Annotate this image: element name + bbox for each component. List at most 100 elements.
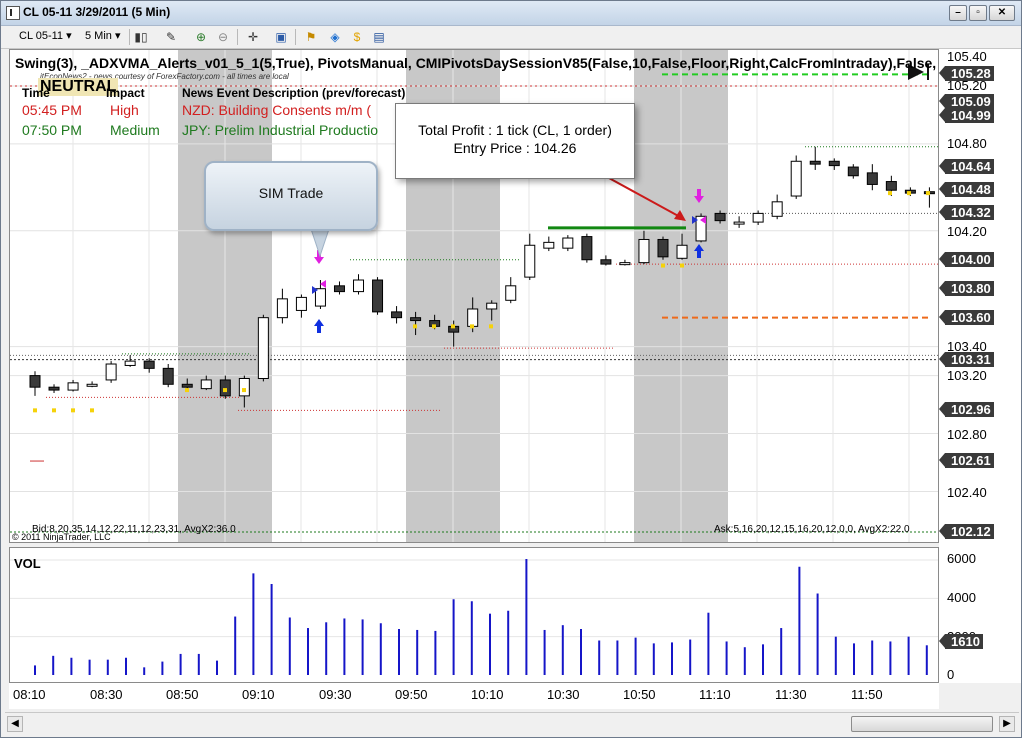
adx-dot (242, 388, 246, 393)
news-header-time: Time (22, 86, 50, 100)
minimize-button[interactable]: – (949, 5, 967, 21)
time-axis-label: 11:10 (699, 687, 731, 702)
price-tag: 104.32 (939, 205, 994, 221)
candle-body (67, 382, 79, 391)
price-tag: 102.96 (939, 402, 994, 418)
price-tag: 102.61 (939, 453, 994, 469)
adx-dot (926, 191, 930, 196)
zoom-in-icon[interactable]: ⊕ (193, 29, 209, 45)
candle-body (486, 302, 498, 310)
sim-trade-callout: SIM Trade (204, 161, 378, 231)
news-row-description: NZD: Building Consents m/m ( (182, 102, 372, 118)
time-axis-label: 08:30 (90, 687, 123, 702)
adx-dot (680, 263, 684, 268)
price-tag: 105.28 (939, 66, 994, 82)
candle-body (372, 279, 384, 313)
candle-body (562, 237, 574, 249)
price-tag: 105.09 (939, 93, 994, 109)
adx-dot (52, 408, 56, 413)
candle-body (333, 285, 345, 293)
maximize-button[interactable]: ▫ (969, 5, 987, 21)
scroll-left-arrow-icon[interactable]: ◀ (7, 716, 23, 732)
price-tag: 104.99 (939, 108, 994, 124)
time-axis-label: 11:30 (775, 687, 807, 702)
time-axis[interactable]: 08:10 08:30 08:50 09:10 09:30 09:50 10:1… (9, 683, 939, 709)
toolbar-separator (237, 29, 238, 45)
price-tag: 104.64 (939, 159, 994, 175)
volume-panel[interactable]: VOL (9, 547, 939, 683)
data-box-icon[interactable]: ▤ (371, 29, 387, 45)
candle-body (847, 166, 859, 177)
price-tag: 103.60 (939, 309, 994, 325)
instrument-selector[interactable]: CL 05-11 ▾ (15, 28, 76, 44)
buy-signal-arrow-icon (314, 319, 324, 333)
zoom-out-icon[interactable]: ⊖ (215, 29, 231, 45)
news-header-impact: Impact (106, 86, 145, 100)
sim-trade-label: SIM Trade (258, 185, 324, 201)
price-tag: 104.00 (939, 251, 994, 267)
tooltip-entry: Entry Price : 104.26 (453, 140, 577, 156)
news-row-time: 07:50 PM (22, 122, 82, 138)
properties-icon[interactable]: ▣ (273, 29, 289, 45)
candle-body (48, 386, 60, 391)
adx-dot (185, 388, 189, 393)
price-tag: 102.12 (939, 524, 994, 539)
price-tag: 104.48 (939, 182, 994, 198)
chart-window: CL 05-11 3/29/2011 (5 Min) – ▫ ✕ CL 05-1… (0, 0, 1022, 738)
time-axis-label: 09:50 (395, 687, 428, 702)
candle-body (809, 160, 821, 165)
trade-tooltip: Total Profit : 1 tick (CL, 1 order) Entr… (395, 103, 635, 179)
candle-body (467, 308, 479, 327)
volume-chart-svg (10, 559, 938, 675)
time-axis-label: 08:10 (13, 687, 46, 702)
candle-body (600, 259, 612, 265)
scroll-right-arrow-icon[interactable]: ▶ (999, 716, 1015, 732)
candle-body (752, 212, 764, 223)
adx-dot (470, 324, 474, 329)
candle-body (866, 172, 878, 185)
scroll-thumb[interactable] (851, 716, 993, 732)
toolbar-separator (129, 29, 130, 45)
candle-body (295, 296, 307, 311)
time-axis-label: 10:50 (623, 687, 656, 702)
time-axis-label: 11:50 (851, 687, 883, 702)
title-bar[interactable]: CL 05-11 3/29/2011 (5 Min) – ▫ ✕ (1, 1, 1021, 26)
news-row-impact: High (110, 102, 139, 118)
pencil-icon[interactable]: ✎ (163, 29, 179, 45)
candle-body (219, 379, 231, 397)
time-axis-label: 09:10 (242, 687, 275, 702)
dollar-icon[interactable]: $ (349, 29, 365, 45)
time-axis-label: 10:30 (547, 687, 580, 702)
volume-axis-label: 4000 (947, 590, 976, 605)
candle-body (657, 238, 669, 258)
candle-body (619, 262, 631, 266)
candle-body (29, 375, 41, 388)
candle-body (162, 367, 174, 385)
candle-body (391, 311, 403, 319)
time-axis-label: 10:10 (471, 687, 504, 702)
app-icon (6, 6, 20, 20)
close-button[interactable]: ✕ (989, 5, 1015, 21)
indicator-title: Swing(3), _ADXVMA_Alerts_v01_5_1(5,True)… (15, 55, 937, 71)
candle-body (885, 181, 897, 191)
strategy-icon[interactable]: ⚑ (303, 29, 319, 45)
price-axis-label: 102.40 (947, 485, 987, 500)
interval-selector[interactable]: 5 Min ▾ (81, 28, 124, 44)
horizontal-scrollbar[interactable]: ◀ ▶ (5, 712, 1019, 735)
candlestick-icon[interactable]: ▮▯ (133, 29, 149, 45)
volume-label: VOL (14, 556, 41, 571)
copyright-label: © 2011 NinjaTrader, LLC (12, 532, 111, 542)
news-row-time: 05:45 PM (22, 102, 82, 118)
adx-dot (907, 191, 911, 196)
candle-body (771, 201, 783, 217)
crosshair-icon[interactable]: ✛ (245, 29, 261, 45)
price-axis[interactable]: 105.40 105.20 104.80 104.20 103.40 103.2… (939, 49, 1021, 683)
candle-body (257, 317, 269, 379)
candle-body (581, 236, 593, 261)
news-header-description: News Event Description (prev/forecast) (182, 86, 406, 100)
simulated-icon[interactable]: ◈ (327, 29, 343, 45)
candle-body (124, 360, 136, 366)
news-row-description: JPY: Prelim Industrial Productio (182, 122, 379, 138)
candle-body (238, 377, 250, 397)
time-axis-label: 08:50 (166, 687, 199, 702)
